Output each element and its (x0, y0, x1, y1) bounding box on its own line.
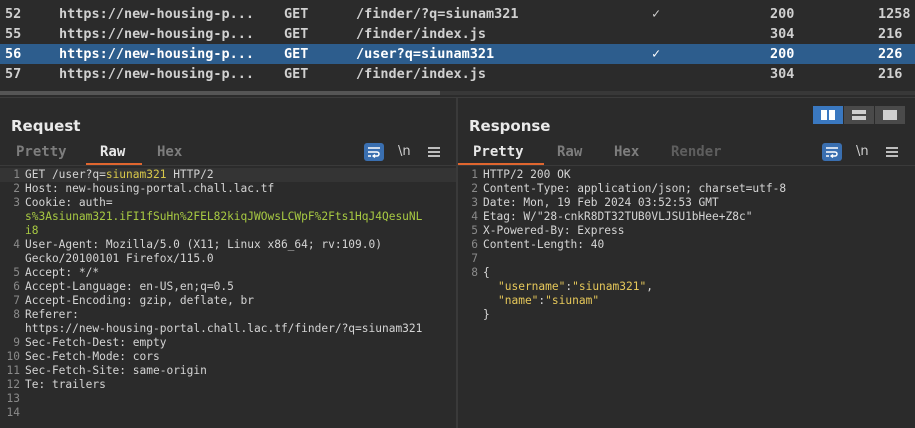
response-editor[interactable]: 1 HTTP/2 200 OK 2 Content-Type: applicatio… (458, 168, 915, 428)
hamburger-menu-icon[interactable] (886, 147, 898, 157)
code-line: 13 (6, 392, 20, 405)
code-line: 3 Cookie: auth= (13, 196, 113, 209)
table-row-selected[interactable]: 56 https://new-housing-p... GET /user?q=… (0, 44, 915, 64)
code-line: 7 Accept-Encoding: gzip, deflate, br (13, 294, 255, 307)
table-row[interactable]: 55 https://new-housing-p... GET /finder/… (0, 24, 915, 44)
row-host: https://new-housing-p... (59, 66, 255, 82)
request-title: Request (11, 117, 81, 135)
horizontal-scrollbar[interactable] (0, 91, 915, 95)
row-url: /finder/index.js (356, 66, 487, 82)
row-host: https://new-housing-p... (59, 26, 255, 42)
table-row[interactable]: 52 https://new-housing-p... GET /finder/… (0, 4, 915, 24)
params-check-icon: ✓ (652, 6, 661, 22)
row-url: /finder/index.js (356, 26, 487, 42)
code-line: 7 (471, 252, 478, 265)
code-line: 4 Etag: W/"28-cnkR8DT32TUB0VLJSU1bHee+Z8c… (471, 210, 753, 223)
request-pane: Request Pretty Raw Hex \n 1 GET /user?q=s… (0, 98, 456, 428)
row-length: 1258 (878, 6, 911, 22)
show-newlines-button[interactable]: \n (856, 144, 869, 159)
row-number: 56 (5, 46, 22, 62)
code-line: Gecko/20100101 Firefox/115.0 (25, 252, 214, 265)
code-line: https://new-housing-portal.chall.lac.tf/… (25, 322, 423, 335)
code-line: 12 Te: trailers (6, 378, 106, 391)
code-line: 2 Host: new-housing-portal.chall.lac.tf (13, 182, 275, 195)
split-columns-icon[interactable] (813, 106, 843, 124)
tab-hex[interactable]: Hex (157, 144, 182, 160)
table-row[interactable]: 57 https://new-housing-p... GET /finder/… (0, 64, 915, 84)
code-line: 4 User-Agent: Mozilla/5.0 (X11; Linux x86… (13, 238, 382, 251)
response-pane: Response Pretty Raw Hex Render \n 1 HTTP/… (458, 98, 915, 428)
code-line: 2 Content-Type: application/json; charset… (471, 182, 787, 195)
row-status: 200 (770, 46, 795, 62)
row-number: 52 (5, 6, 22, 22)
code-line: 14 (6, 406, 20, 419)
code-line: 1 HTTP/2 200 OK (471, 168, 571, 181)
row-method: GET (284, 6, 309, 22)
row-length: 216 (878, 66, 903, 82)
code-line: 10 Sec-Fetch-Mode: cors (6, 350, 160, 363)
code-line: 8 Referer: (13, 308, 79, 321)
code-line: 3 Date: Mon, 19 Feb 2024 03:52:53 GMT (471, 196, 719, 209)
code-line: 6 Content-Length: 40 (471, 238, 605, 251)
code-line: s%3Asiunam321.iFI1fSuHn%2FEL82kiqJWOwsLC… (25, 210, 423, 223)
code-line: 6 Accept-Language: en-US,en;q=0.5 (13, 280, 234, 293)
code-line: 5 X-Powered-By: Express (471, 224, 625, 237)
row-method: GET (284, 66, 309, 82)
word-wrap-icon[interactable] (364, 143, 384, 161)
code-line: "username":"siunam321", (498, 280, 653, 293)
code-line: "name":"siunam" (498, 294, 600, 307)
divider (0, 165, 456, 166)
http-history-table: 52 https://new-housing-p... GET /finder/… (0, 0, 915, 98)
code-line: 11 Sec-Fetch-Site: same-origin (6, 364, 207, 377)
row-method: GET (284, 46, 309, 62)
tab-render[interactable]: Render (671, 144, 722, 160)
request-view-tabs: Pretty Raw Hex (0, 143, 456, 165)
row-url: /user?q=siunam321 (356, 46, 495, 62)
tab-hex[interactable]: Hex (614, 144, 639, 160)
response-view-tabs: Pretty Raw Hex Render (458, 143, 915, 165)
code-line: 1 GET /user?q=siunam321 HTTP/2 (0, 168, 456, 182)
row-status: 200 (770, 6, 795, 22)
row-number: 55 (5, 26, 22, 42)
code-line: i8 (25, 224, 39, 237)
show-newlines-button[interactable]: \n (398, 144, 411, 159)
row-number: 57 (5, 66, 22, 82)
divider (458, 165, 915, 166)
split-rows-icon[interactable] (844, 106, 874, 124)
scrollbar-thumb[interactable] (0, 91, 440, 95)
tab-raw[interactable]: Raw (100, 144, 125, 160)
tab-raw[interactable]: Raw (557, 144, 582, 160)
row-length: 226 (878, 46, 903, 62)
tab-pretty[interactable]: Pretty (16, 144, 67, 160)
row-status: 304 (770, 26, 795, 42)
code-line: 5 Accept: */* (13, 266, 100, 279)
row-status: 304 (770, 66, 795, 82)
code-line: 8{ (471, 266, 490, 279)
code-line: 9 Sec-Fetch-Dest: empty (13, 336, 167, 349)
tab-pretty[interactable]: Pretty (473, 144, 524, 160)
request-editor[interactable]: 1 GET /user?q=siunam321 HTTP/2 2 Host: new… (0, 168, 456, 428)
row-length: 216 (878, 26, 903, 42)
row-method: GET (284, 26, 309, 42)
row-host: https://new-housing-p... (59, 46, 255, 62)
single-pane-icon[interactable] (875, 106, 905, 124)
layout-toggle (813, 106, 905, 124)
hamburger-menu-icon[interactable] (428, 147, 440, 157)
word-wrap-icon[interactable] (822, 143, 842, 161)
params-check-icon: ✓ (652, 46, 661, 62)
row-url: /finder/?q=siunam321 (356, 6, 519, 22)
row-host: https://new-housing-p... (59, 6, 255, 22)
code-line: } (483, 308, 490, 321)
response-title: Response (469, 117, 551, 135)
